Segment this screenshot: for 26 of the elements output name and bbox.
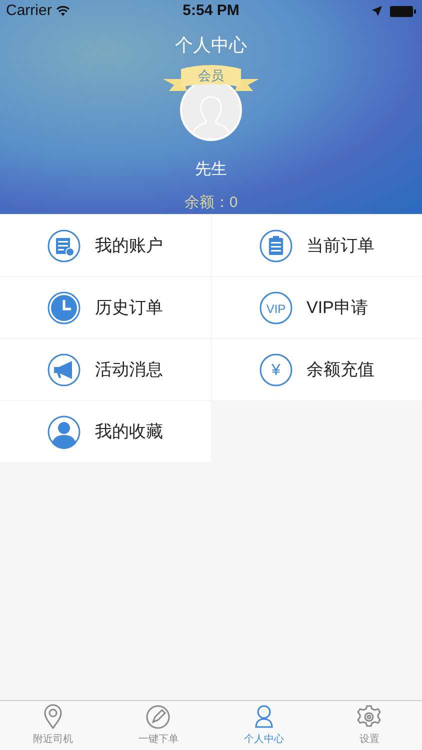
status-time: 5:54 PM [182, 0, 240, 21]
person-icon [47, 414, 81, 448]
clock-icon [47, 290, 81, 324]
menu-item[interactable]: VIP VIP申请 [212, 277, 422, 338]
menu-item[interactable]: 我的收藏 [0, 401, 210, 462]
clipboard-icon [258, 228, 292, 262]
document-icon [47, 228, 81, 262]
tab-item[interactable]: 个人中心 [211, 701, 316, 750]
circle-label-icon: ¥ [258, 352, 292, 386]
pencil-icon [145, 704, 172, 730]
user-name: 先生 [195, 160, 227, 180]
location-arrow-icon [372, 6, 382, 16]
carrier-label: Carrier [6, 0, 52, 21]
menu-item[interactable]: 我的账户 [0, 215, 210, 276]
battery-icon [390, 6, 416, 16]
menu-item[interactable]: ¥ 余额充值 [212, 339, 422, 400]
page-title: 个人中心 [175, 34, 247, 57]
circle-label-icon: VIP [258, 290, 292, 324]
megaphone-icon [47, 352, 81, 386]
balance-label: 余额：0 [184, 192, 238, 212]
settings-icon [356, 704, 382, 730]
menu-item[interactable]: 当前订单 [212, 215, 422, 276]
menu-item[interactable]: 活动消息 [0, 339, 210, 400]
wifi-icon [56, 6, 70, 16]
menu-item[interactable]: 历史订单 [0, 277, 210, 338]
member-label: 会员 [198, 67, 224, 85]
